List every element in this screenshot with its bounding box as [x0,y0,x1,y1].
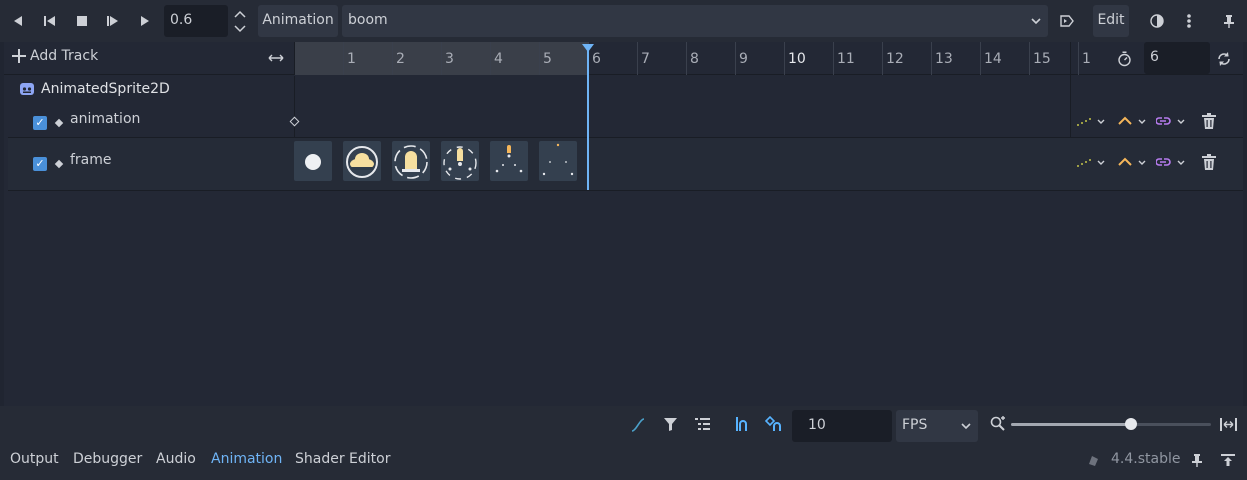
play-from-start-icon[interactable] [102,10,124,32]
stop-icon[interactable] [71,10,93,32]
zoom-slider-fill [1011,423,1131,426]
plus-icon [12,49,26,63]
pin-icon[interactable] [1218,10,1240,32]
add-track-label: Add Track [30,48,99,64]
fit-timeline-icon[interactable] [1220,417,1237,436]
animation-menu-button[interactable]: Animation [258,5,338,37]
track-enable-checkbox[interactable]: ✓ [33,157,47,171]
snap-keys-icon[interactable] [764,415,781,436]
playhead[interactable] [587,44,589,190]
loop-wrap-icon[interactable] [1155,114,1188,132]
animation-toolbar: 0.6 Animation boom Edit [0,0,1247,42]
track-label: frame [70,152,112,168]
play-backwards-icon[interactable] [7,10,29,32]
ruler-tick: 15 [1029,42,1051,75]
snap-timeline-icon[interactable] [734,416,750,436]
ruler-divider [294,42,295,75]
chevron-down-icon [1031,18,1041,25]
position-field[interactable]: 0.6 [164,5,228,37]
ruler-tick: 1 [343,42,356,75]
ruler-tick: 14 [980,42,1002,75]
interpolation-mode-icon[interactable] [1076,155,1108,173]
ruler-tick: 9 [735,42,748,75]
filter-icon[interactable] [663,417,678,436]
zoom-slider-handle[interactable] [1125,418,1137,430]
zoom-icon[interactable] [990,416,1006,436]
bezier-curve-icon[interactable] [630,417,646,437]
trash-icon[interactable] [1202,113,1216,133]
frame-thumbnail[interactable] [441,141,479,181]
tab-debugger[interactable]: Debugger [73,451,142,467]
pin-panel-icon[interactable] [1191,453,1203,471]
chevron-down-icon [961,423,971,430]
tab-audio[interactable]: Audio [156,451,196,467]
frame-thumbnail[interactable] [392,141,430,181]
expand-panel-icon[interactable] [1221,453,1235,471]
snap-mode-select[interactable]: FPS [896,410,978,442]
tab-animation[interactable]: Animation [211,451,282,467]
key-diamond-icon [54,118,64,128]
tab-output[interactable]: Output [10,451,59,467]
update-mode-icon[interactable] [1117,114,1149,132]
track-frame[interactable]: ✓ frame [8,138,1243,190]
track-animation[interactable]: ✓ animation [8,104,1243,137]
track-separator [8,190,1243,191]
ruler-tick: 1 [1078,42,1091,75]
more-options-icon[interactable] [1178,10,1200,32]
ruler-tick: 4 [490,42,503,75]
autoplay-icon[interactable] [1056,10,1078,32]
frame-thumbnail[interactable] [490,141,528,181]
frame-thumbnail[interactable] [539,141,577,181]
version-label: 4.4.stable [1111,451,1181,467]
ruler-tick: 7 [637,42,650,75]
track-label: animation [70,111,141,127]
track-list-icon[interactable] [695,417,710,436]
ruler-tick: 13 [931,42,953,75]
track-enable-checkbox[interactable]: ✓ [33,116,47,130]
ruler-tick: 3 [441,42,454,75]
loop-icon[interactable] [1216,51,1232,71]
ruler-tick: 2 [392,42,405,75]
add-track-button[interactable]: Add Track [12,48,98,64]
interpolation-mode-icon[interactable] [1076,114,1108,132]
ruler-tick: 5 [539,42,552,75]
play-backwards-from-end-icon[interactable] [39,10,61,32]
resize-horizontal-icon[interactable] [268,52,284,68]
animation-length-field[interactable]: 6 [1144,42,1210,74]
node-header[interactable]: AnimatedSprite2D [19,81,170,97]
edit-button[interactable]: Edit [1093,5,1129,37]
animation-select[interactable]: boom [342,5,1048,37]
update-mode-icon[interactable] [1117,155,1149,173]
ruler-tick: 11 [833,42,855,75]
playhead-handle-icon[interactable] [582,44,594,52]
timeline-ruler[interactable]: Add Track 1 2 3 4 5 6 7 8 9 10 11 12 13 … [4,42,1243,190]
ruler-tick: 12 [882,42,904,75]
frame-thumbnail[interactable] [294,141,332,181]
play-icon[interactable] [134,10,156,32]
frame-thumbnail[interactable] [343,141,381,181]
ruler-tick: 10 [784,42,806,75]
keyframe-marker[interactable] [289,116,300,127]
key-diamond-icon [54,159,64,169]
animation-select-value: boom [348,12,388,28]
trash-icon[interactable] [1202,154,1216,174]
timer-icon [1117,51,1132,71]
animated-sprite-icon [20,83,34,95]
ruler-tick: 8 [686,42,699,75]
notification-bell-icon[interactable] [1087,453,1101,471]
bottom-panel-tabs: Output Debugger Audio Animation Shader E… [0,444,1247,480]
timeline-toolbar: 10 FPS [0,406,1247,444]
track-editor-panel: Add Track 1 2 3 4 5 6 7 8 9 10 11 12 13 … [4,42,1243,406]
loop-wrap-icon[interactable] [1155,155,1188,173]
snap-mode-value: FPS [902,417,928,433]
snap-step-field[interactable]: 10 [792,410,892,442]
onion-skin-icon[interactable] [1146,10,1168,32]
animation-editor: 0.6 Animation boom Edit Add Track 1 2 3 … [0,0,1247,480]
node-name: AnimatedSprite2D [41,81,170,97]
position-spinner[interactable] [230,5,250,37]
tab-shader-editor[interactable]: Shader Editor [295,451,390,467]
